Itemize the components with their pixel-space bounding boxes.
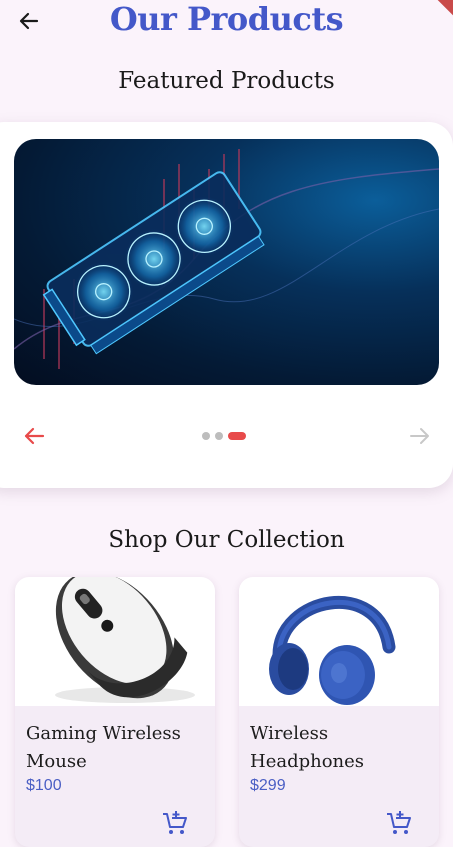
carousel-next-button[interactable] <box>408 424 432 448</box>
app-bar: Our Products <box>0 0 453 44</box>
product-price: $299 <box>250 777 286 794</box>
featured-products-heading: Featured Products <box>118 68 335 94</box>
arrow-right-icon <box>410 428 429 444</box>
carousel-prev-button[interactable] <box>22 424 46 448</box>
add-to-cart-button[interactable] <box>385 810 413 836</box>
product-name: Gaming Wireless Mouse <box>26 723 181 772</box>
carousel-dot-active[interactable] <box>228 432 246 440</box>
collection-heading: Shop Our Collection <box>108 527 345 553</box>
graphics-card-image <box>14 149 439 369</box>
add-to-cart-button[interactable] <box>161 810 189 836</box>
product-price: $100 <box>26 777 62 794</box>
product-card[interactable]: Gaming Wireless Mouse $100 <box>15 577 215 847</box>
add-shopping-cart-icon <box>163 811 187 834</box>
featured-carousel[interactable] <box>0 122 453 488</box>
mouse-image <box>15 577 215 706</box>
arrow-left-icon <box>24 427 45 445</box>
carousel-slide-image[interactable] <box>14 139 439 385</box>
product-card[interactable]: Wireless Headphones $299 <box>239 577 439 847</box>
add-shopping-cart-icon <box>387 811 411 834</box>
page-title: Our Products <box>109 0 344 38</box>
carousel-dot[interactable] <box>202 432 210 440</box>
product-name: Wireless Headphones <box>250 723 365 772</box>
carousel-dot[interactable] <box>215 432 223 440</box>
carousel-indicator <box>202 432 246 440</box>
headphones-image <box>239 577 439 706</box>
